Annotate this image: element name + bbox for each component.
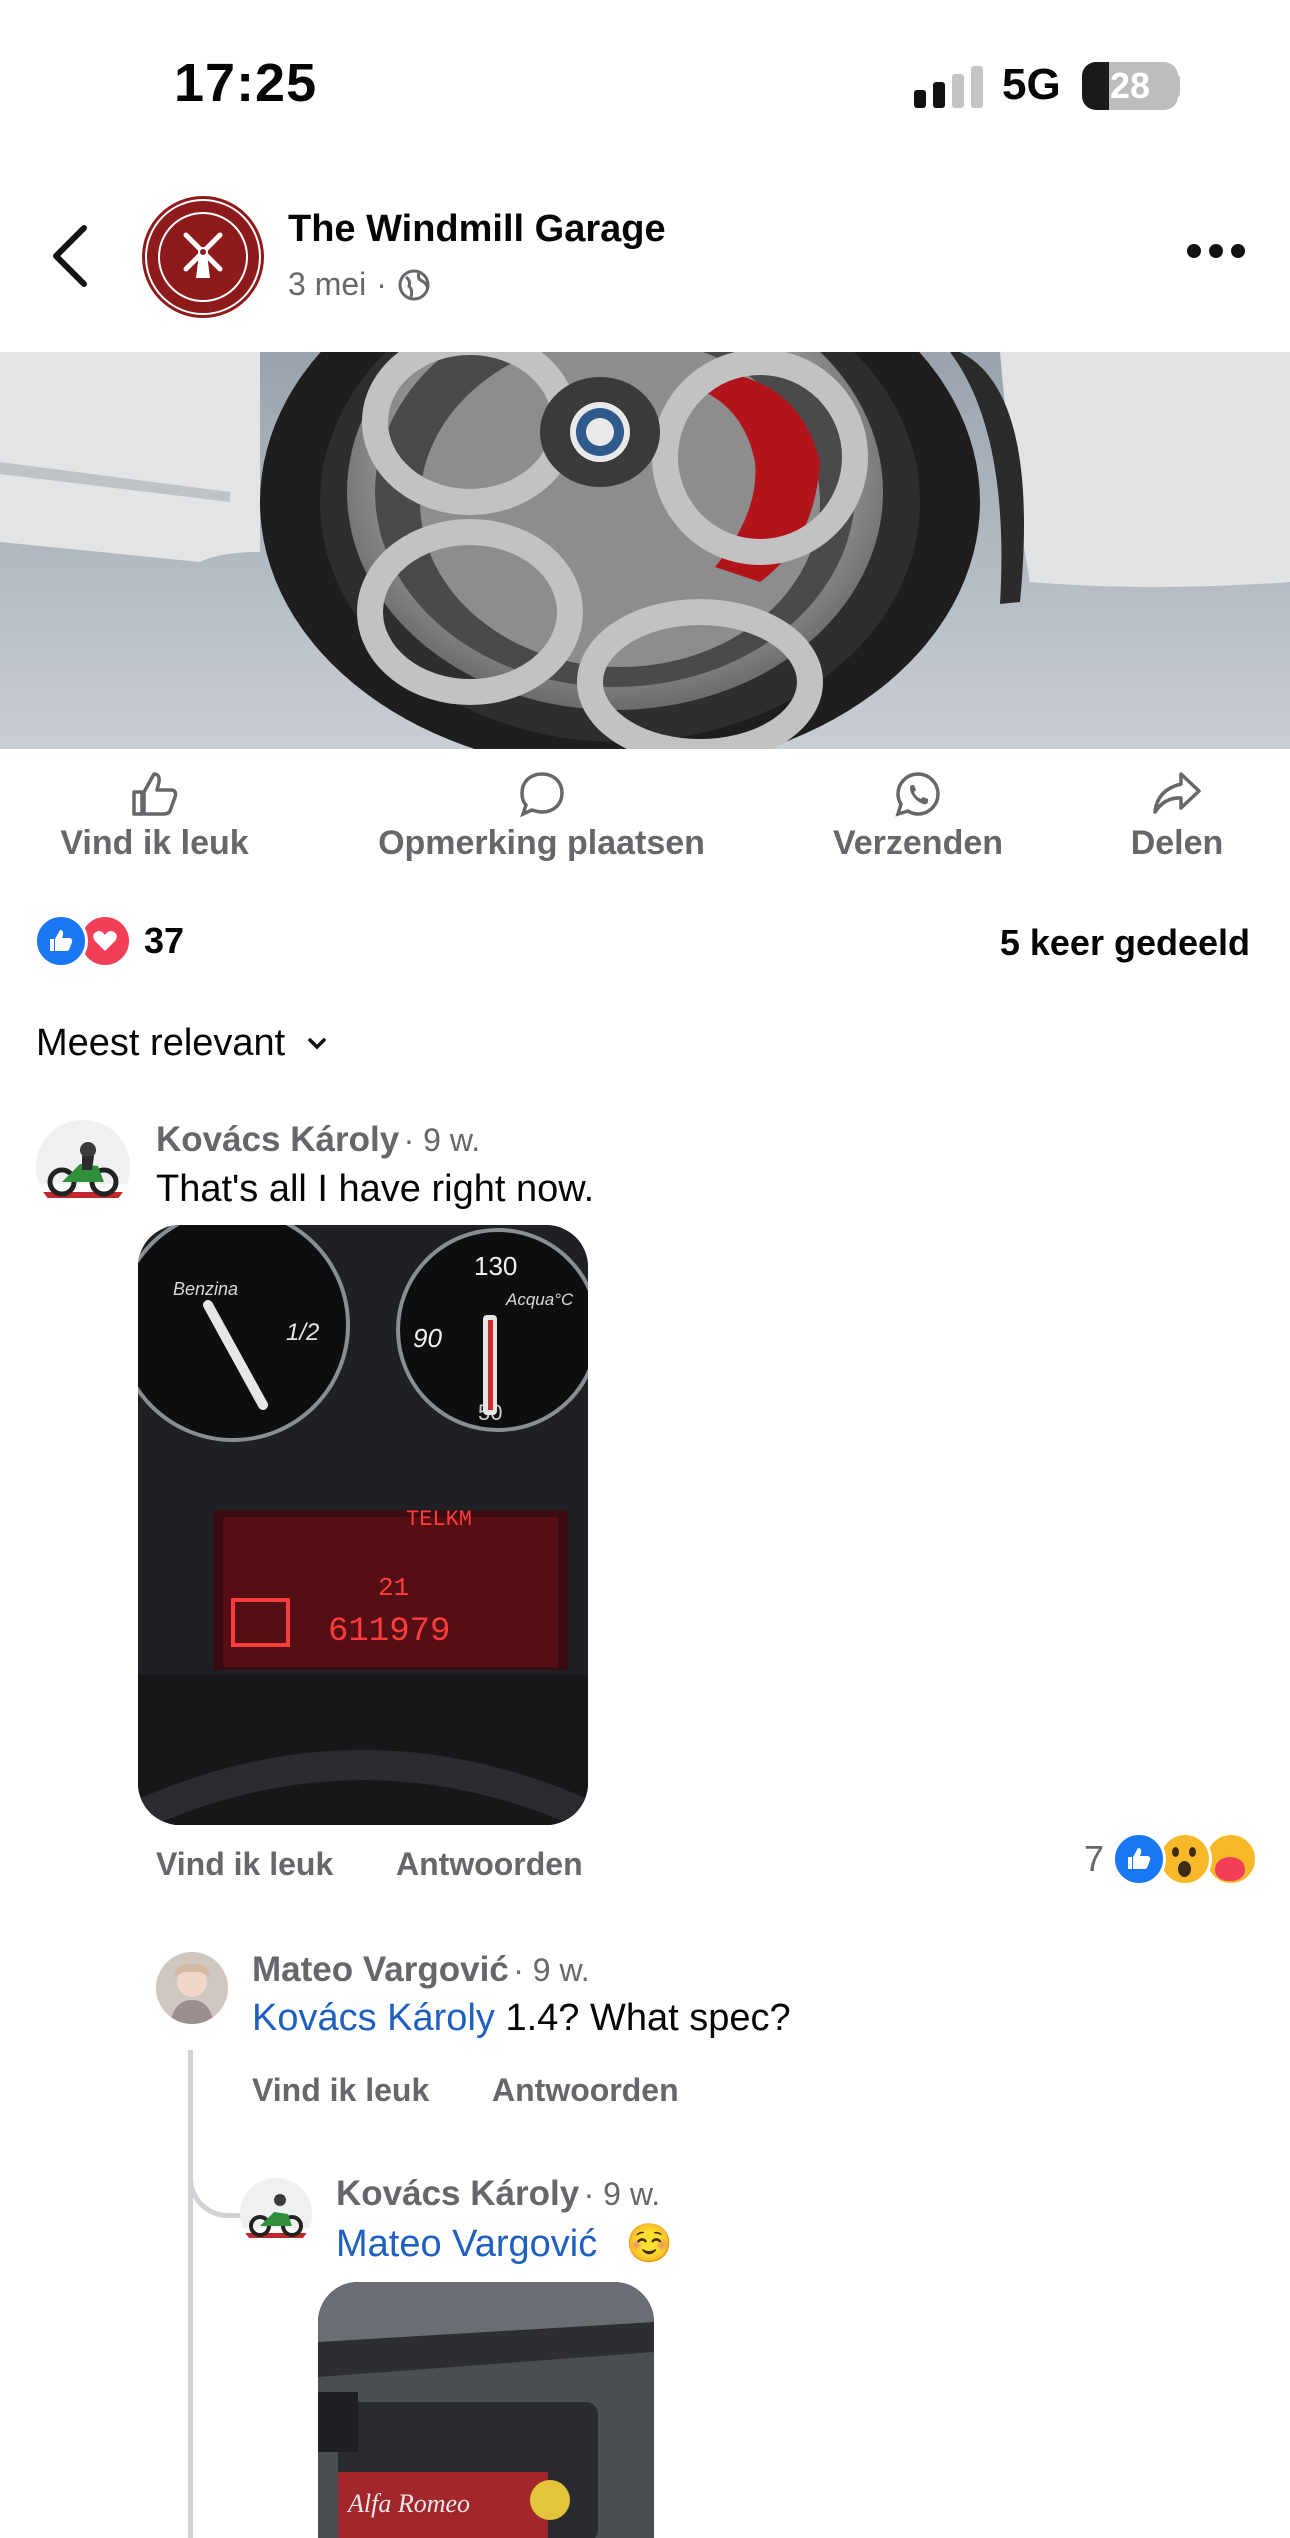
- comment-author[interactable]: Kovács Károly: [156, 1120, 399, 1159]
- sort-label: Meest relevant: [36, 1022, 286, 1064]
- comment-action[interactable]: Opmerking plaatsen: [364, 770, 719, 863]
- reply-reply-button[interactable]: Antwoorden: [492, 2072, 679, 2109]
- share-action[interactable]: Delen: [1120, 770, 1234, 863]
- mention-link[interactable]: Mateo Vargović: [336, 2223, 597, 2265]
- reply-time: · 9 w.: [583, 2176, 661, 2212]
- thread-connector: [188, 2165, 241, 2218]
- network-type: 5G: [1002, 60, 1061, 109]
- battery-level: 28: [1109, 65, 1151, 106]
- commenter-avatar[interactable]: [36, 1120, 130, 1214]
- like-action[interactable]: Vind ik leuk: [52, 770, 257, 863]
- reply-header: Kovács Károly · 9 w.: [336, 2174, 660, 2214]
- smiling-emoji-icon: ☺️: [625, 2223, 674, 2265]
- svg-text:TELKM: TELKM: [406, 1507, 472, 1532]
- comment-reply-button[interactable]: Antwoorden: [396, 1846, 583, 1883]
- commenter-avatar[interactable]: [156, 1952, 228, 2024]
- odo-reading: 611979: [328, 1613, 450, 1651]
- tacho-130: 130: [474, 1251, 517, 1281]
- page-avatar[interactable]: [142, 196, 264, 318]
- like-label: Vind ik leuk: [60, 824, 249, 862]
- signal-icon: [914, 66, 983, 108]
- comment-header: Kovács Károly · 9 w.: [156, 1120, 480, 1160]
- post-date: 3 mei: [288, 266, 367, 302]
- temp-label: Acqua°C: [505, 1290, 574, 1309]
- more-options-icon[interactable]: [1186, 240, 1246, 262]
- windmill-logo-icon: [144, 198, 262, 316]
- battery-cap: [1174, 75, 1180, 97]
- comment-sort-dropdown[interactable]: Meest relevant: [36, 1022, 327, 1065]
- share-count[interactable]: 5 keer gedeeld: [1000, 922, 1250, 964]
- engine-cover-text: Alfa Romeo: [346, 2489, 470, 2518]
- like-reaction-icon: [1112, 1832, 1167, 1886]
- thread-line: [188, 2050, 193, 2538]
- battery-icon: 28: [1082, 62, 1178, 110]
- reply-text: Mateo Vargović ☺️: [336, 2222, 673, 2266]
- commenter-avatar[interactable]: [240, 2178, 312, 2250]
- meta-separator: ·: [376, 266, 387, 302]
- globe-icon[interactable]: [397, 268, 431, 302]
- fuel-half: 1/2: [286, 1319, 319, 1346]
- reply-body: 1.4? What spec?: [494, 1997, 791, 2039]
- mention-link[interactable]: Kovács Károly: [252, 1997, 495, 2039]
- post-photo[interactable]: [0, 352, 1290, 749]
- post-meta: 3 mei ·: [288, 266, 431, 303]
- comment-label: Opmerking plaatsen: [378, 824, 705, 862]
- back-arrow-icon[interactable]: [46, 222, 96, 290]
- comment-text: That's all I have right now.: [156, 1168, 595, 1210]
- reply-header: Mateo Vargović · 9 w.: [252, 1950, 590, 1990]
- comment-time: · 9 w.: [403, 1122, 481, 1158]
- share-label: Delen: [1130, 824, 1224, 862]
- wow-reaction-icon: [1158, 1832, 1213, 1886]
- page-name[interactable]: The Windmill Garage: [288, 208, 666, 251]
- like-reaction-icon: [34, 914, 88, 968]
- send-label: Verzenden: [832, 824, 1004, 862]
- comment-reactions[interactable]: 7: [1084, 1832, 1259, 1886]
- reply-author[interactable]: Kovács Károly: [336, 2174, 579, 2213]
- send-action[interactable]: Verzenden: [820, 770, 1016, 863]
- comment-photo[interactable]: Benzina 1/2 130 90 Acqua°C 50 TELKM 21 6…: [138, 1225, 588, 1825]
- reaction-count: 37: [144, 920, 185, 961]
- reply-photo[interactable]: Alfa Romeo: [318, 2282, 654, 2538]
- comment-like-button[interactable]: Vind ik leuk: [156, 1846, 333, 1883]
- fuel-label: Benzina: [173, 1279, 238, 1299]
- reply-author[interactable]: Mateo Vargović: [252, 1950, 509, 1989]
- reply-like-button[interactable]: Vind ik leuk: [252, 2072, 429, 2109]
- trip-reading: 21: [378, 1573, 409, 1603]
- share-icon: [1153, 772, 1201, 814]
- reaction-summary[interactable]: 37: [34, 914, 184, 968]
- whatsapp-icon: [895, 772, 940, 817]
- reply-text: Kovács Károly 1.4? What spec?: [252, 1997, 791, 2040]
- reply-time: · 9 w.: [513, 1952, 590, 1988]
- thumbs-up-icon: [131, 772, 177, 816]
- care-reaction-icon: [1204, 1832, 1259, 1886]
- tacho-90: 90: [413, 1323, 442, 1353]
- chevron-down-icon: [308, 1037, 326, 1049]
- status-time: 17:25: [174, 53, 318, 113]
- comment-reaction-count: 7: [1084, 1838, 1105, 1879]
- comment-icon: [519, 772, 564, 818]
